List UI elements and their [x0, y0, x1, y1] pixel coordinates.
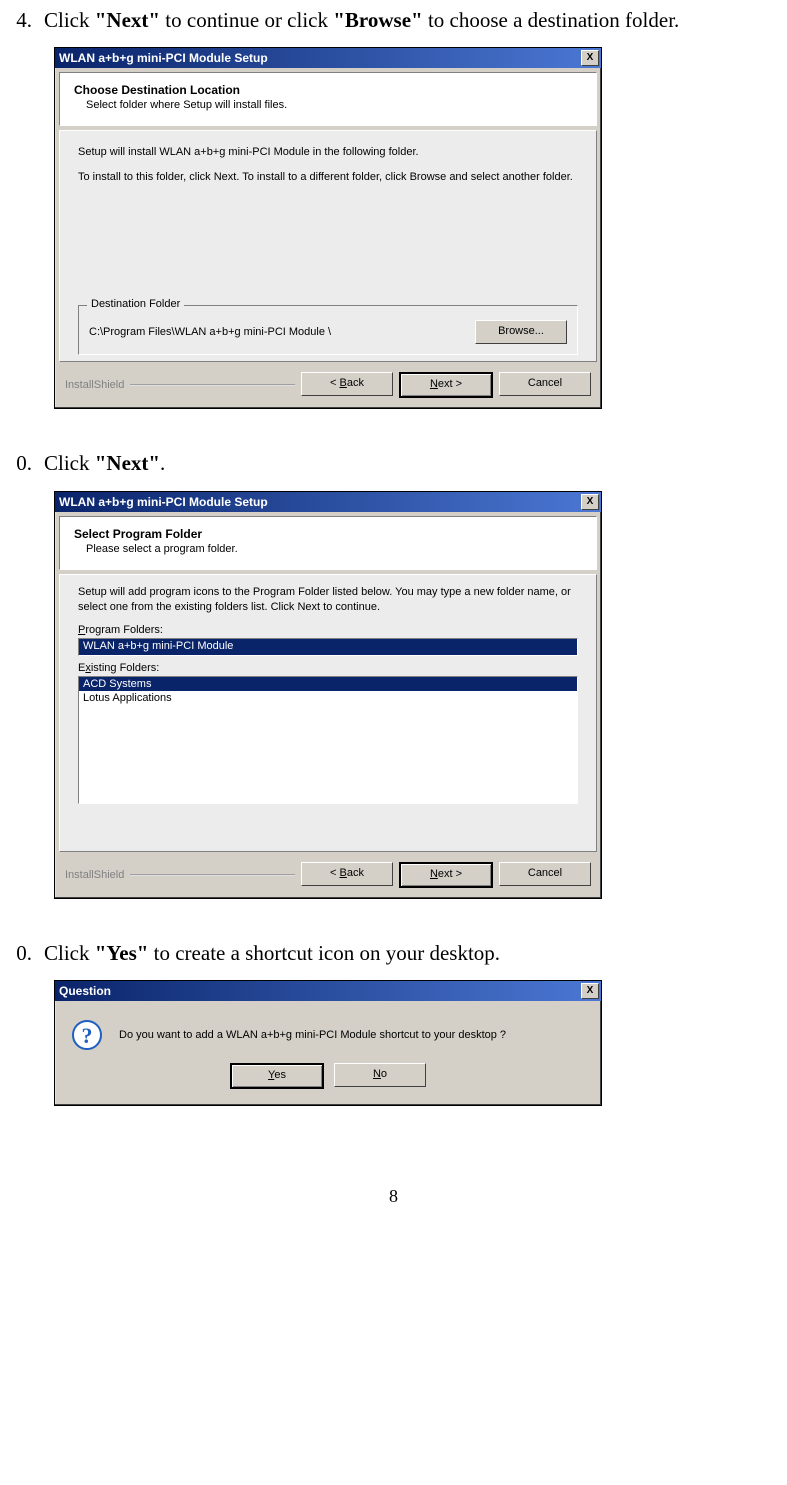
close-icon[interactable]: X — [581, 983, 599, 999]
body-line: Setup will install WLAN a+b+g mini-PCI M… — [78, 145, 578, 160]
header-panel: Choose Destination Location Select folde… — [59, 72, 597, 126]
back-button[interactable]: < Back — [301, 862, 393, 886]
close-icon[interactable]: X — [581, 50, 599, 66]
program-folders-label: Program Folders: — [78, 624, 578, 636]
dialog-subheading: Please select a program folder. — [74, 543, 582, 555]
no-button[interactable]: No — [334, 1063, 426, 1087]
dialog-body: Setup will add program icons to the Prog… — [59, 574, 597, 852]
list-item[interactable]: Lotus Applications — [79, 691, 577, 705]
select-program-folder-dialog: WLAN a+b+g mini-PCI Module Setup X Selec… — [54, 491, 602, 899]
dialog-body: ? Do you want to add a WLAN a+b+g mini-P… — [55, 1001, 601, 1063]
yes-button[interactable]: Yes — [230, 1063, 324, 1089]
question-icon: ? — [71, 1019, 103, 1051]
browse-button[interactable]: Browse... — [475, 320, 567, 344]
instruction-step-next: 0.Click "Next". — [10, 449, 777, 478]
instruction-step-4: 4.Click "Next" to continue or click "Bro… — [10, 6, 777, 35]
dialog-body: Setup will install WLAN a+b+g mini-PCI M… — [59, 130, 597, 362]
program-folder-input[interactable]: WLAN a+b+g mini-PCI Module — [78, 638, 578, 656]
header-panel: Select Program Folder Please select a pr… — [59, 516, 597, 570]
titlebar: WLAN a+b+g mini-PCI Module Setup X — [55, 492, 601, 512]
separator — [130, 384, 295, 386]
step-number: 0. — [10, 449, 32, 478]
instruction-step-yes: 0.Click "Yes" to create a shortcut icon … — [10, 939, 777, 968]
question-dialog: Question X ? Do you want to add a WLAN a… — [54, 980, 602, 1106]
choose-destination-dialog: WLAN a+b+g mini-PCI Module Setup X Choos… — [54, 47, 602, 409]
existing-folders-listbox[interactable]: ACD Systems Lotus Applications — [78, 676, 578, 804]
next-button[interactable]: Next > — [399, 372, 493, 398]
dialog-footer: InstallShield < Back Next > Cancel — [55, 856, 601, 898]
step-number: 4. — [10, 6, 32, 35]
installshield-brand: InstallShield — [65, 869, 124, 881]
existing-folders-label: Existing Folders: — [78, 662, 578, 674]
step-number: 0. — [10, 939, 32, 968]
window-title: WLAN a+b+g mini-PCI Module Setup — [59, 495, 581, 509]
dialog-footer: InstallShield < Back Next > Cancel — [55, 366, 601, 408]
back-button[interactable]: < Back — [301, 372, 393, 396]
cancel-button[interactable]: Cancel — [499, 862, 591, 886]
question-text: Do you want to add a WLAN a+b+g mini-PCI… — [119, 1029, 506, 1041]
list-item[interactable]: ACD Systems — [79, 677, 577, 691]
groupbox-label: Destination Folder — [87, 298, 184, 310]
dialog-heading: Select Program Folder — [74, 527, 582, 541]
dialog-heading: Choose Destination Location — [74, 83, 582, 97]
separator — [130, 874, 295, 876]
body-description: Setup will add program icons to the Prog… — [78, 585, 578, 615]
body-line: To install to this folder, click Next. T… — [78, 170, 578, 185]
window-title: WLAN a+b+g mini-PCI Module Setup — [59, 51, 581, 65]
installshield-brand: InstallShield — [65, 379, 124, 391]
destination-folder-group: Destination Folder C:\Program Files\WLAN… — [78, 305, 578, 355]
next-button[interactable]: Next > — [399, 862, 493, 888]
page-number: 8 — [10, 1186, 777, 1207]
destination-path: C:\Program Files\WLAN a+b+g mini-PCI Mod… — [89, 326, 475, 338]
titlebar: Question X — [55, 981, 601, 1001]
window-title: Question — [59, 984, 581, 998]
cancel-button[interactable]: Cancel — [499, 372, 591, 396]
close-icon[interactable]: X — [581, 494, 599, 510]
dialog-subheading: Select folder where Setup will install f… — [74, 99, 582, 111]
titlebar: WLAN a+b+g mini-PCI Module Setup X — [55, 48, 601, 68]
svg-text:?: ? — [82, 1023, 93, 1048]
